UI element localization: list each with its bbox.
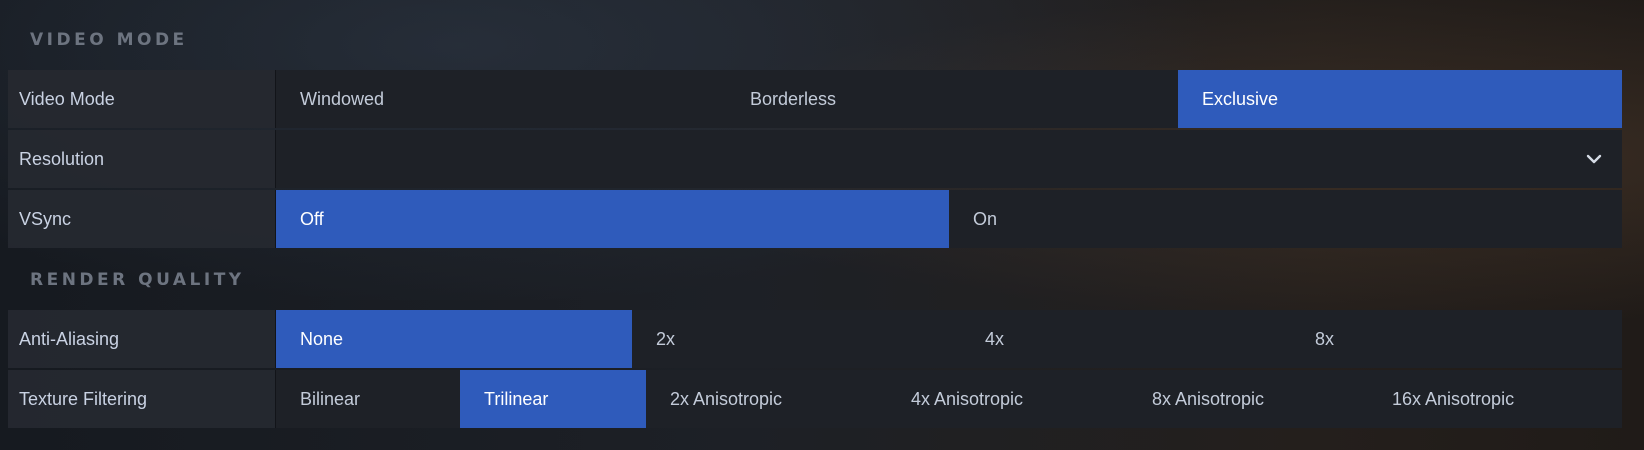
anti-aliasing-selector: None 2x 4x 8x	[276, 310, 1622, 368]
texture-filtering-option-bilinear[interactable]: Bilinear	[276, 370, 460, 428]
section-title-video-mode: VIDEO MODE	[30, 30, 188, 50]
resolution-dropdown[interactable]	[276, 130, 1622, 188]
setting-row-anti-aliasing: Anti-Aliasing None 2x 4x 8x	[8, 310, 1622, 368]
anti-aliasing-option-8x[interactable]: 8x	[1291, 310, 1622, 368]
texture-filtering-option-2x-anisotropic[interactable]: 2x Anisotropic	[646, 370, 887, 428]
vsync-selector: Off On	[276, 190, 1622, 248]
setting-row-texture-filtering: Texture Filtering Bilinear Trilinear 2x …	[8, 370, 1622, 428]
chevron-down-icon[interactable]	[1586, 154, 1602, 164]
texture-filtering-option-16x-anisotropic[interactable]: 16x Anisotropic	[1368, 370, 1622, 428]
texture-filtering-option-8x-anisotropic[interactable]: 8x Anisotropic	[1128, 370, 1368, 428]
vsync-label: VSync	[8, 190, 276, 248]
resolution-label: Resolution	[8, 130, 276, 188]
video-mode-option-borderless[interactable]: Borderless	[726, 70, 1178, 128]
vsync-option-off[interactable]: Off	[276, 190, 949, 248]
texture-filtering-option-trilinear[interactable]: Trilinear	[460, 370, 646, 428]
video-mode-label: Video Mode	[8, 70, 276, 128]
setting-row-resolution: Resolution	[8, 130, 1622, 188]
texture-filtering-option-4x-anisotropic[interactable]: 4x Anisotropic	[887, 370, 1128, 428]
texture-filtering-selector: Bilinear Trilinear 2x Anisotropic 4x Ani…	[276, 370, 1622, 428]
setting-row-video-mode: Video Mode Windowed Borderless Exclusive	[8, 70, 1622, 128]
section-title-render-quality: RENDER QUALITY	[30, 270, 245, 290]
setting-row-vsync: VSync Off On	[8, 190, 1622, 248]
video-mode-selector: Windowed Borderless Exclusive	[276, 70, 1622, 128]
vsync-option-on[interactable]: On	[949, 190, 1622, 248]
anti-aliasing-option-none[interactable]: None	[276, 310, 632, 368]
anti-aliasing-option-4x[interactable]: 4x	[961, 310, 1291, 368]
anti-aliasing-label: Anti-Aliasing	[8, 310, 276, 368]
video-mode-option-windowed[interactable]: Windowed	[276, 70, 726, 128]
texture-filtering-label: Texture Filtering	[8, 370, 276, 428]
video-mode-option-exclusive[interactable]: Exclusive	[1178, 70, 1622, 128]
resolution-control	[276, 130, 1622, 188]
anti-aliasing-option-2x[interactable]: 2x	[632, 310, 961, 368]
